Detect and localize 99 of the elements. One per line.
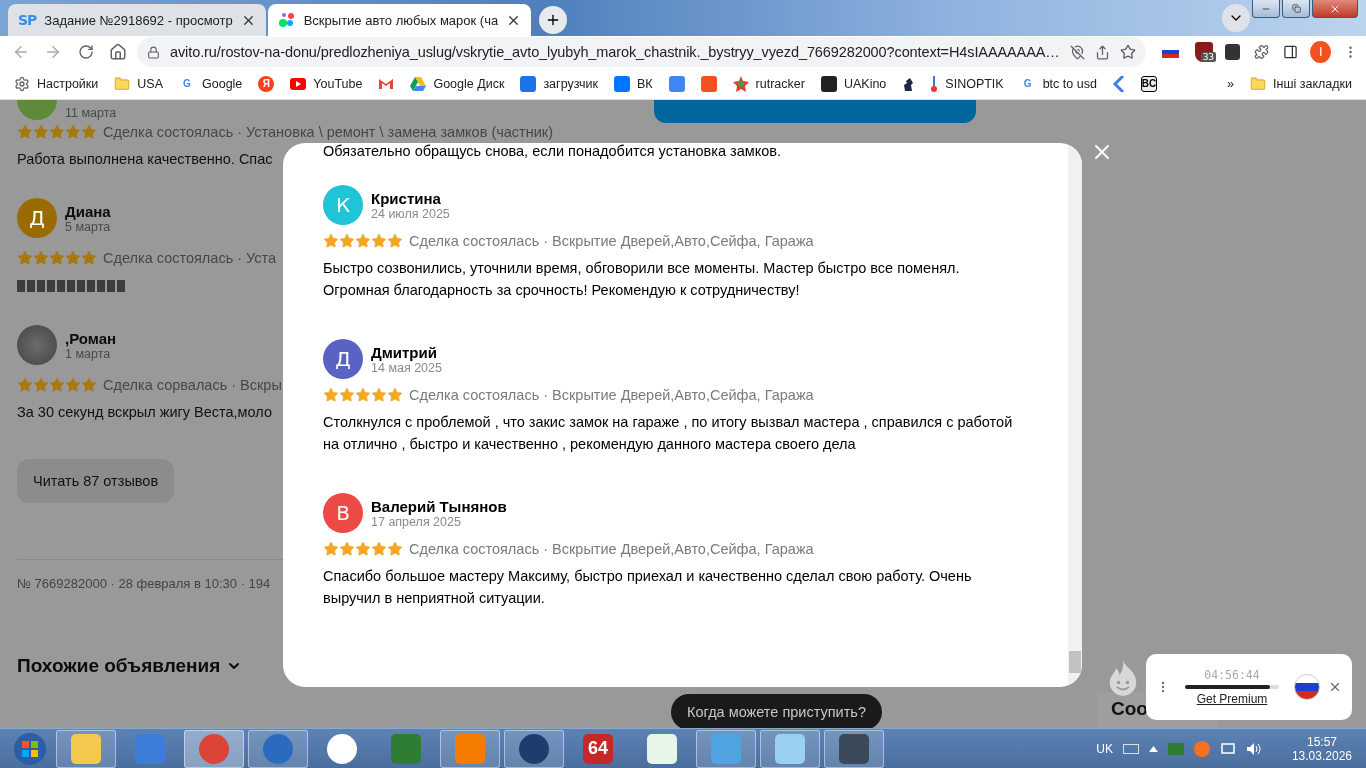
- 64-logo-icon: 64: [583, 733, 613, 764]
- flag-icon[interactable]: [1294, 674, 1320, 700]
- settings-icon: [14, 75, 30, 92]
- reviewer-name: Валерий Тынянов: [371, 497, 507, 515]
- tab-title: Задание №2918692 - просмотр: [44, 12, 233, 28]
- clock[interactable]: 15:57 13.03.2026: [1291, 734, 1352, 763]
- bookmark-link[interactable]: Google Диск: [410, 76, 505, 91]
- review-date: 14 мая 2025: [371, 360, 442, 375]
- bookmark-link[interactable]: G Google: [179, 75, 243, 92]
- bookmark-folder[interactable]: Інші закладки: [1250, 75, 1352, 92]
- deal-status: Сделка состоялась · Вскрытие Дверей,Авто,Сейфа, Гаража: [409, 387, 814, 403]
- review-text: Спасибо большое мастеру Максиму, быстро приехал и качественно сделал свою работу. Очень выручил в неприятной ситуации.: [323, 567, 973, 608]
- url-text: avito.ru/rostov-na-donu/predlozheniya_uslug/vskrytie_avto_lyubyh_marok_chastnik._bystryy_vyezd_7669282000?context=H4sIAAAAAAA…: [170, 44, 1060, 60]
- deal-status: Сделка состоялась · Установка \ ремонт \ замена замков (частник): [103, 124, 554, 140]
- bookmark-link[interactable]: ВК: [614, 75, 653, 92]
- read-reviews-button[interactable]: Читать 87 отзывов: [17, 459, 175, 503]
- review-date: 5 марта: [65, 219, 111, 234]
- user-avatar: Д: [17, 198, 57, 238]
- extensions-icon[interactable]: [1254, 44, 1270, 60]
- extension-badge: 33: [1200, 52, 1217, 62]
- time-text: 15:57: [1306, 734, 1337, 749]
- review-date: 1 марта: [65, 346, 111, 361]
- shield-extension-icon[interactable]: 33: [1194, 42, 1214, 62]
- bookmark-link[interactable]: G btc to usd: [1019, 75, 1097, 92]
- taskbar-button[interactable]: [824, 729, 884, 768]
- bookmark-star-icon[interactable]: [1119, 44, 1136, 60]
- reviewer-name: ,Роман: [65, 329, 117, 347]
- close-window-button[interactable]: [1312, 0, 1358, 18]
- ya-logo-bookmark[interactable]: Я: [258, 75, 275, 92]
- listing-meta: № 7669282000 · 28 февраля в 10:30 · 194: [17, 576, 271, 591]
- share-icon[interactable]: [1094, 44, 1110, 60]
- restore-icon: [1291, 4, 1301, 13]
- bookmark-link[interactable]: Настройки: [14, 75, 99, 92]
- address-bar[interactable]: avito.ru/rostov-na-donu/predlozheniya_uslug/vskrytie_avto_lyubyh_marok_chastnik._bystryy_vyezd_7669282000?context=H4sIAAAAAAA…: [137, 37, 1146, 67]
- extension-icon[interactable]: [1225, 44, 1241, 60]
- tab-title: Вскрытие авто любых марок (ча: [303, 12, 499, 28]
- close-button[interactable]: [1328, 680, 1342, 694]
- review-text: Работа выполнена качественно. Спас: [17, 150, 273, 169]
- mail-icon: [378, 77, 395, 90]
- chevron-icon: [1112, 75, 1125, 92]
- deal-status: Сделка состоялась · Вскрытие Дверей,Авто,Сейфа, Гаража: [409, 233, 814, 249]
- review-date: 17 апреля 2025: [371, 514, 462, 529]
- review-text: За 30 секунд вскрыл жигу Веста,моло: [17, 403, 272, 422]
- bookmark-link[interactable]: UAKino: [820, 75, 887, 92]
- bookmark-link[interactable]: SINOPTIK: [930, 75, 1004, 92]
- reviewer-name: Дмитрий: [371, 343, 438, 361]
- caret-up-icon[interactable]: [1148, 745, 1158, 752]
- user-avatar: Д: [323, 339, 363, 379]
- close-icon: [1328, 680, 1342, 694]
- date-text: 13.03.2026: [1291, 748, 1352, 763]
- star-burst-icon: [732, 75, 749, 92]
- taskbar-button[interactable]: 64: [568, 729, 628, 768]
- quick-reply-chip[interactable]: Когда можете приступить?: [671, 694, 882, 728]
- bookmark-link[interactable]: YouTube: [290, 76, 363, 91]
- deal-status: Сделка сорвалась · Вскры: [103, 377, 282, 393]
- taskbar-button[interactable]: [504, 729, 564, 768]
- review-text: Быстро созвонились, уточнили время, обговорили все моменты. Мастер быстро все поменял. Огромная благодарность за срочность! Рекомендую к сотрудничеству!: [323, 259, 961, 300]
- deal-status: Сделка состоялась · Вскрытие Дверей,Авто,Сейфа, Гаража: [409, 541, 814, 557]
- restore-button[interactable]: [1282, 0, 1310, 18]
- keyboard-icon[interactable]: [1122, 743, 1139, 754]
- lock-icon: [147, 45, 160, 59]
- user-avatar: К: [323, 185, 363, 225]
- browser-tab[interactable]: SP Задание №2918692 - просмотр: [8, 4, 266, 36]
- location-blocked-icon[interactable]: [1069, 44, 1085, 60]
- review-text: Столкнулся с проблемой , что закис замок на гараже , по итогу вызвал мастера , справился с работой на отлично , быстро и качественно , рекомендую данного мастера своего дела: [323, 413, 1014, 454]
- side-panel-icon[interactable]: [1283, 44, 1299, 60]
- play-icon: [290, 77, 307, 90]
- minimize-button[interactable]: [1252, 0, 1280, 18]
- browser-tab[interactable]: Вскрытие авто любых марок (ча: [267, 4, 532, 36]
- thermometer-icon: [930, 75, 939, 92]
- dots-favicon-icon: [277, 11, 296, 29]
- bookmark-link[interactable]: USA: [114, 75, 163, 92]
- language-indicator[interactable]: UK: [1096, 741, 1113, 756]
- sp-favicon-icon: SP: [18, 12, 37, 28]
- card-title: Соо: [1111, 698, 1148, 719]
- network-icon[interactable]: [1219, 740, 1236, 757]
- bookmark-link[interactable]: загрузчик: [520, 75, 598, 92]
- premium-link[interactable]: Get Premium: [1196, 692, 1268, 706]
- tab-search-button[interactable]: [1222, 4, 1250, 32]
- bc-logo-bookmark[interactable]: BC: [1140, 75, 1157, 92]
- triangle-icon: [410, 76, 427, 91]
- avatar-photo-placeholder: [17, 325, 57, 365]
- taskbar-button[interactable]: [184, 729, 244, 768]
- more-bookmarks-button[interactable]: »: [1227, 76, 1235, 91]
- reviewer-name: Кристина: [371, 189, 442, 207]
- bookmark-link[interactable]: rutracker: [732, 75, 805, 92]
- taskbar-button[interactable]: [248, 729, 308, 768]
- chess-knight-icon: [902, 75, 915, 92]
- deal-status: Сделка состоялась · Уста: [103, 250, 277, 266]
- review-text: Обязательно обращусь снова, если понадобится установка замков.: [323, 143, 782, 159]
- reload-icon[interactable]: [77, 44, 94, 60]
- timer-text: 04:56:44: [1204, 668, 1260, 682]
- home-icon[interactable]: [108, 43, 127, 61]
- new-tab-button[interactable]: [539, 6, 568, 34]
- user-avatar: В: [323, 493, 363, 533]
- reviewer-name: Диана: [65, 202, 111, 220]
- review-date: 11 марта: [65, 106, 117, 120]
- review-date: 24 июля 2025: [371, 206, 450, 221]
- windows-logo-icon: [13, 731, 47, 766]
